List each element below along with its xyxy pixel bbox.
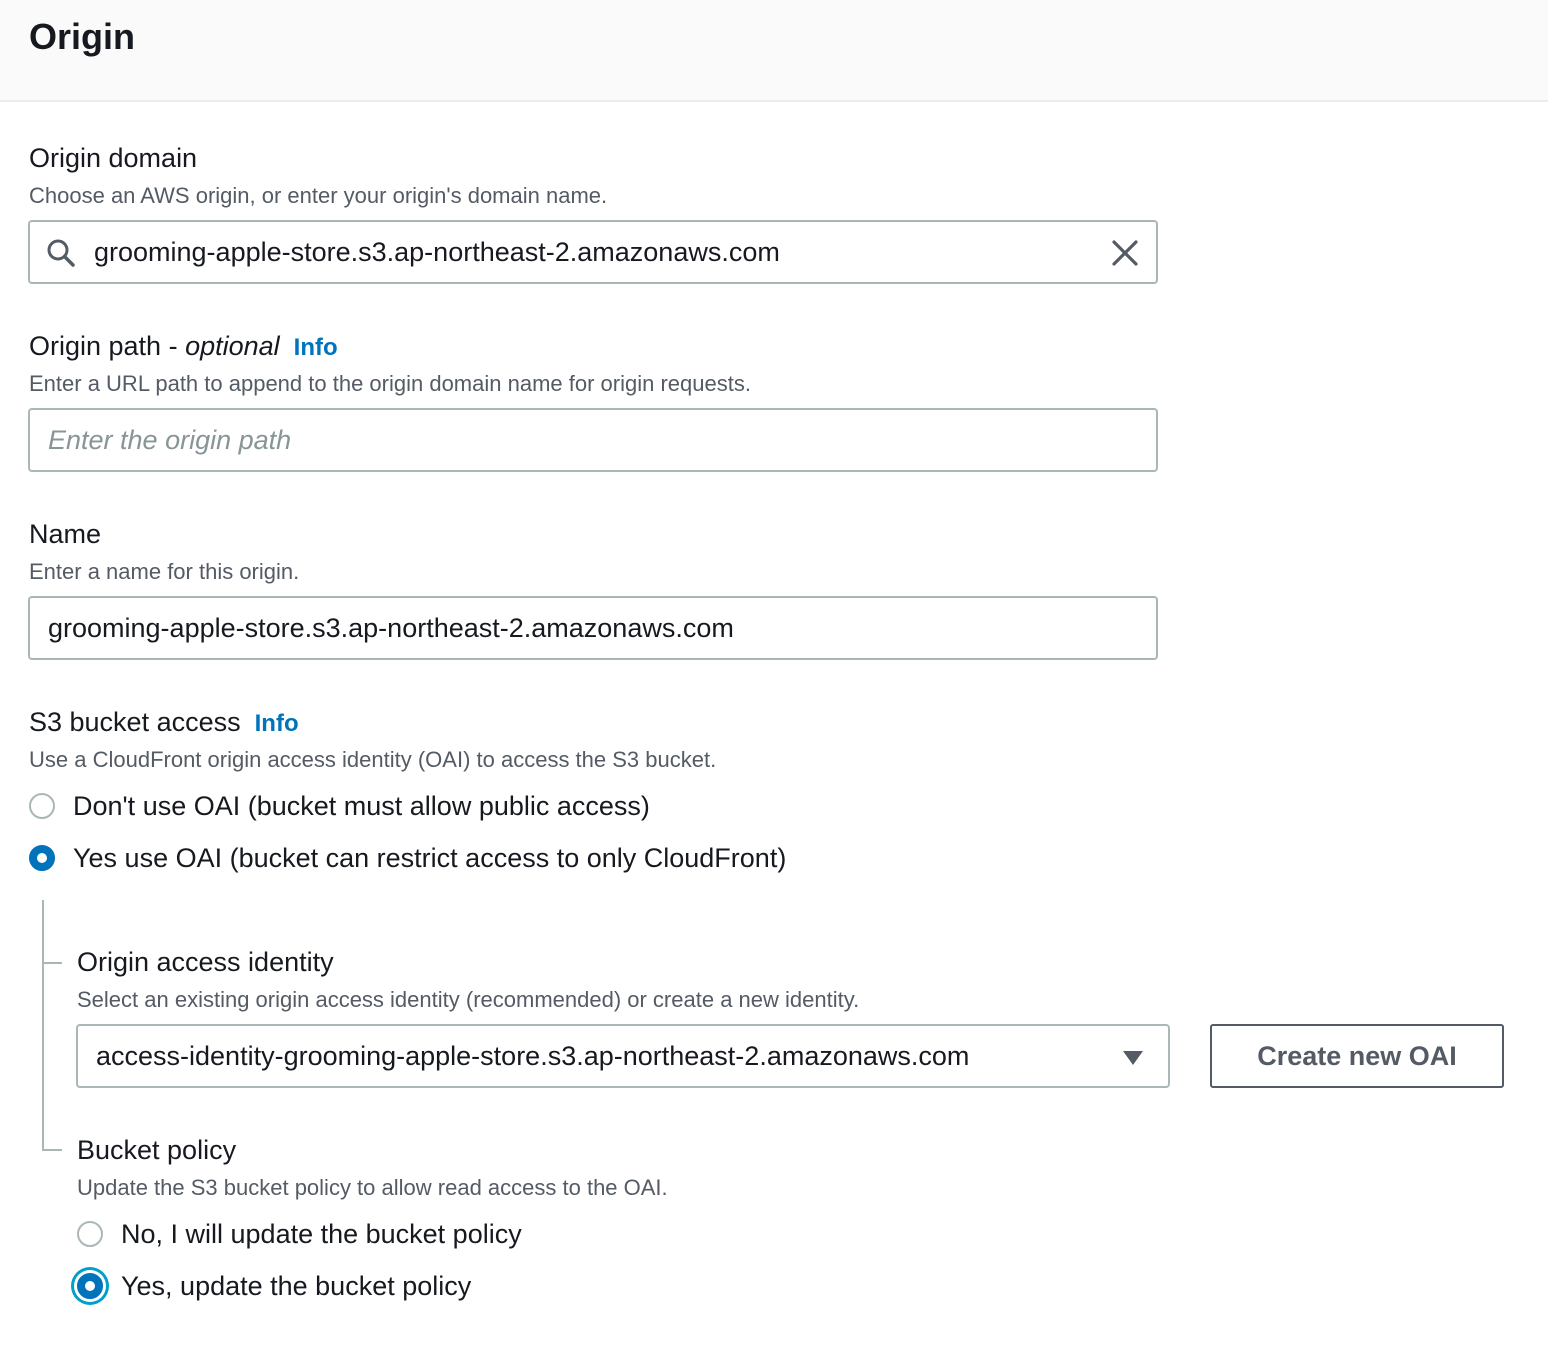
origin-domain-value: grooming-apple-store.s3.ap-northeast-2.a… <box>94 237 780 267</box>
s3-bucket-access-label: S3 bucket access Info <box>29 705 299 741</box>
tree-connector-line <box>42 900 44 1150</box>
bucket-policy-description: Update the S3 bucket policy to allow rea… <box>77 1175 668 1200</box>
origin-path-description: Enter a URL path to append to the origin… <box>29 371 751 396</box>
name-input[interactable]: grooming-apple-store.s3.ap-northeast-2.a… <box>28 596 1158 660</box>
origin-path-placeholder: Enter the origin path <box>48 425 292 455</box>
origin-domain-label: Origin domain <box>29 143 198 173</box>
radio-option-yes-update-policy[interactable]: Yes, update the bucket policy <box>77 1266 471 1306</box>
radio-button-yes-oai[interactable] <box>29 845 55 871</box>
s3-bucket-access-label-text: S3 bucket access <box>29 707 241 737</box>
origin-path-label-text: Origin path - <box>29 331 186 361</box>
radio-option-no-update-policy[interactable]: No, I will update the bucket policy <box>77 1214 522 1254</box>
radio-label-yes-update-policy: Yes, update the bucket policy <box>121 1271 472 1301</box>
origin-path-info-link[interactable]: Info <box>294 334 338 361</box>
origin-path-input[interactable]: Enter the origin path <box>28 408 1158 472</box>
name-label: Name <box>29 519 102 549</box>
radio-label-no-oai: Don't use OAI (bucket must allow public … <box>73 791 650 821</box>
caret-down-icon <box>1123 1051 1143 1065</box>
origin-access-identity-label: Origin access identity <box>77 947 334 977</box>
radio-button-yes-update-policy[interactable] <box>77 1273 103 1299</box>
radio-button-no-oai[interactable] <box>29 793 55 819</box>
tree-connector-branch <box>42 962 62 964</box>
name-value: grooming-apple-store.s3.ap-northeast-2.a… <box>48 613 734 643</box>
section-header: Origin <box>0 0 1548 102</box>
origin-access-identity-description: Select an existing origin access identit… <box>77 987 860 1012</box>
name-description: Enter a name for this origin. <box>29 559 300 584</box>
tree-connector-branch <box>42 1149 62 1151</box>
origin-access-identity-selected-value: access-identity-grooming-apple-store.s3.… <box>96 1041 970 1071</box>
radio-option-no-oai[interactable]: Don't use OAI (bucket must allow public … <box>29 786 650 826</box>
origin-domain-description: Choose an AWS origin, or enter your orig… <box>29 183 608 208</box>
section-title: Origin <box>29 16 135 57</box>
search-icon <box>47 239 75 267</box>
s3-bucket-access-description: Use a CloudFront origin access identity … <box>29 747 717 772</box>
origin-domain-input[interactable]: grooming-apple-store.s3.ap-northeast-2.a… <box>28 220 1158 284</box>
radio-option-yes-oai[interactable]: Yes use OAI (bucket can restrict access … <box>29 838 786 878</box>
origin-access-identity-select[interactable]: access-identity-grooming-apple-store.s3.… <box>76 1024 1170 1088</box>
s3-bucket-access-info-link[interactable]: Info <box>255 710 299 737</box>
origin-path-optional: optional <box>185 331 280 361</box>
origin-path-label: Origin path - optional Info <box>29 329 338 365</box>
radio-label-yes-oai: Yes use OAI (bucket can restrict access … <box>73 843 787 873</box>
radio-label-no-update-policy: No, I will update the bucket policy <box>121 1219 522 1249</box>
create-new-oai-button[interactable]: Create new OAI <box>1210 1024 1504 1088</box>
close-icon[interactable] <box>1110 238 1140 268</box>
bucket-policy-label: Bucket policy <box>77 1135 237 1165</box>
radio-button-no-update-policy[interactable] <box>77 1221 103 1247</box>
